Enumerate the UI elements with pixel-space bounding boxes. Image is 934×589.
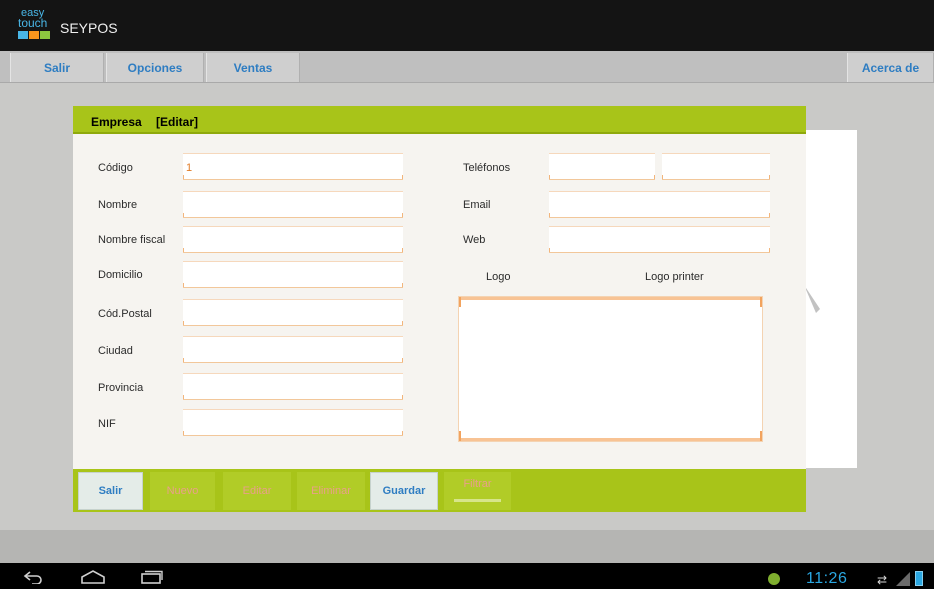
label-nif: NIF (98, 418, 116, 430)
dialog-title: Empresa (91, 115, 142, 129)
logo-image-box[interactable] (458, 296, 763, 442)
menu-ventas[interactable]: Ventas (206, 53, 300, 82)
label-ciudad: Ciudad (98, 345, 133, 357)
recent-apps-icon[interactable] (140, 570, 164, 584)
label-nombre: Nombre (98, 199, 138, 211)
telefono2-input[interactable] (662, 153, 770, 180)
dialog-toolbar: Salir Nuevo Editar Eliminar Guardar Filt… (73, 469, 806, 512)
logo-square-orange (29, 31, 39, 39)
dialog-mode: [Editar] (156, 115, 198, 129)
editar-button[interactable]: Editar (223, 472, 291, 510)
label-telefonos: Teléfonos (463, 162, 511, 174)
empresa-dialog: Empresa [Editar] Código 1 Nombre Nombre … (73, 106, 806, 512)
menu-acerca-de[interactable]: Acerca de (847, 53, 934, 82)
signal-icon (896, 572, 910, 586)
web-input[interactable] (549, 226, 770, 253)
menu-opciones[interactable]: Opciones (106, 53, 204, 82)
label-cod-postal: Cód.Postal (98, 308, 152, 320)
logo-box-bottom-edge (459, 438, 762, 441)
label-domicilio: Domicilio (98, 269, 143, 281)
logo-box-corner (760, 297, 762, 307)
label-codigo: Código (98, 162, 133, 174)
logo-square-green (40, 31, 50, 39)
status-clock: 11:26 (806, 570, 848, 587)
logo-box-corner (459, 297, 461, 307)
label-web: Web (463, 234, 486, 246)
app-logo: easy touch (18, 8, 52, 48)
nif-input[interactable] (183, 409, 403, 436)
dialog-header: Empresa [Editar] (73, 106, 806, 134)
telefono1-input[interactable] (549, 153, 655, 180)
domicilio-input[interactable] (183, 261, 403, 288)
battery-icon (915, 571, 923, 586)
android-notification-icon[interactable] (768, 573, 780, 585)
menu-salir[interactable]: Salir (10, 53, 104, 82)
page-curl-shadow (804, 285, 820, 313)
logo-box-top-edge (459, 297, 762, 300)
app-logo-text-bottom: touch (18, 16, 48, 30)
label-email: Email (463, 199, 491, 211)
filtrar-button[interactable]: Filtrar (444, 472, 511, 510)
email-input[interactable] (549, 191, 770, 218)
logo-box-corner (459, 431, 461, 441)
cod-postal-input[interactable] (183, 299, 403, 326)
provincia-input[interactable] (183, 373, 403, 400)
app-title: SEYPOS (60, 20, 118, 36)
guardar-button[interactable]: Guardar (370, 472, 438, 510)
label-logo: Logo (486, 271, 511, 283)
label-nombre-fiscal: Nombre fiscal (98, 234, 166, 246)
logo-box-corner (760, 431, 762, 441)
eliminar-button[interactable]: Eliminar (297, 472, 365, 510)
nombre-input[interactable] (183, 191, 403, 218)
salir-button[interactable]: Salir (78, 472, 143, 510)
menu-bar: Salir Opciones Ventas Acerca de (0, 51, 934, 83)
home-icon[interactable] (80, 570, 106, 584)
back-icon[interactable] (22, 570, 44, 584)
logo-square-blue (18, 31, 28, 39)
codigo-input[interactable]: 1 (183, 153, 403, 180)
bottom-strip (0, 530, 934, 563)
filtrar-indicator (454, 499, 501, 502)
ciudad-input[interactable] (183, 336, 403, 363)
label-provincia: Provincia (98, 382, 144, 394)
system-nav-bar (0, 563, 934, 589)
filtrar-label: Filtrar (463, 478, 492, 490)
nombre-fiscal-input[interactable] (183, 226, 403, 253)
label-logo-printer: Logo printer (645, 271, 704, 283)
network-icon: ⇄ (877, 573, 888, 587)
title-bar: easy touch SEYPOS (0, 0, 934, 51)
nuevo-button[interactable]: Nuevo (150, 472, 215, 510)
